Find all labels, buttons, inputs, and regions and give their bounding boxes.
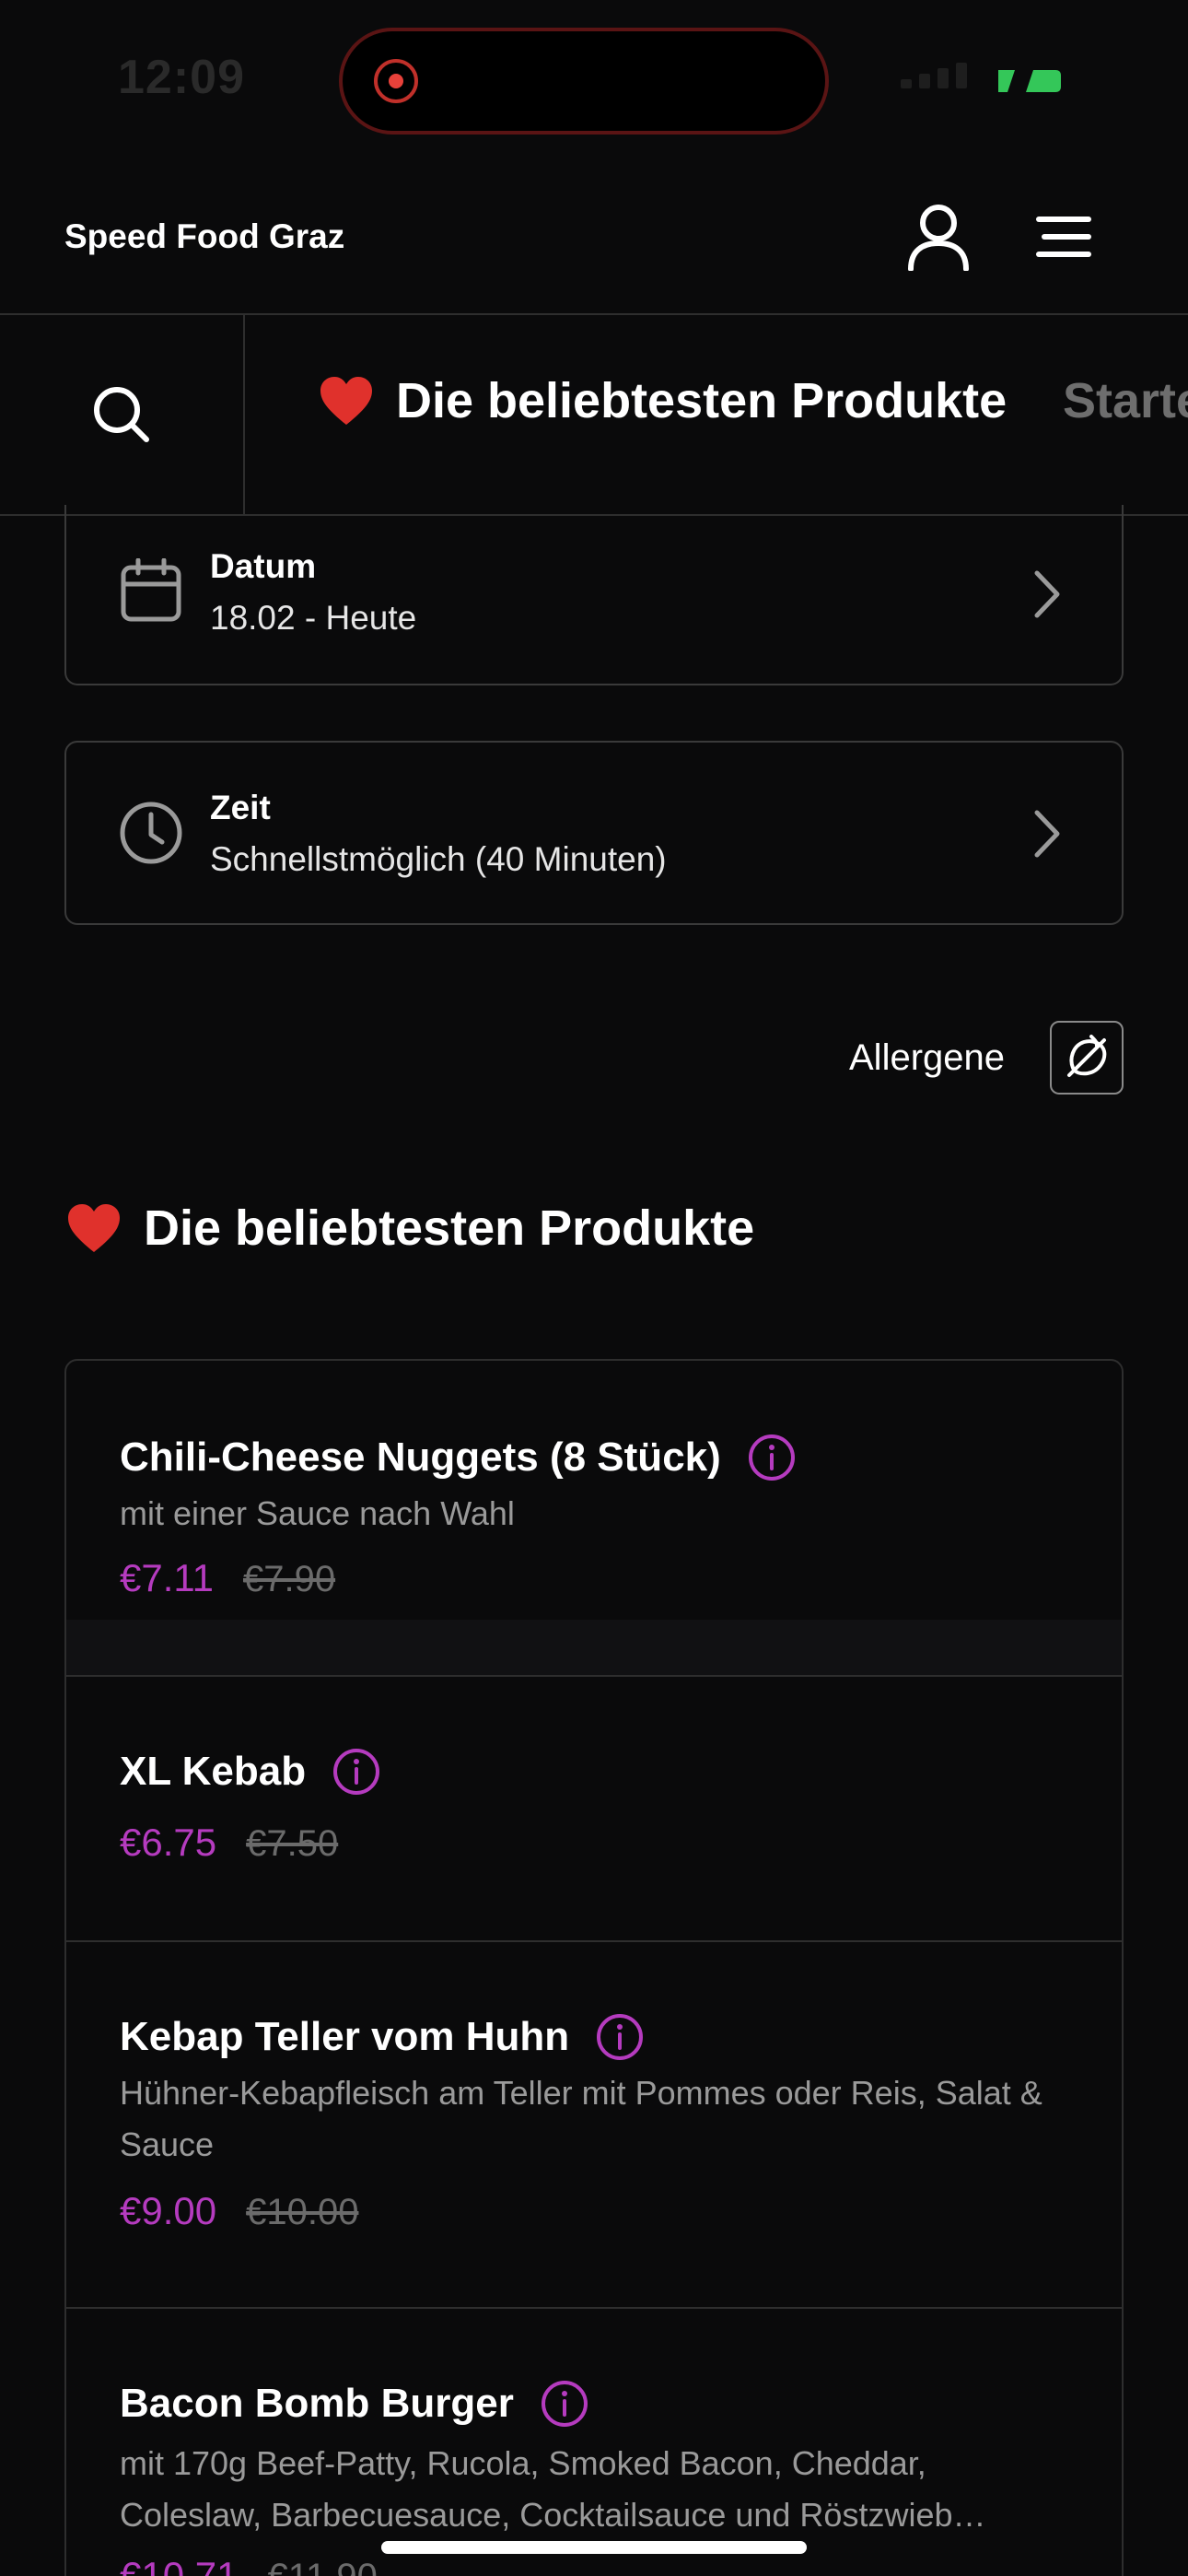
- product-description: Hühner-Kebapfleisch am Teller mit Pommes…: [120, 2074, 1042, 2163]
- calendar-icon: [121, 558, 181, 622]
- product-name: Kebap Teller vom Huhn: [120, 2014, 570, 2059]
- recording-icon: [374, 59, 418, 103]
- product-name: Bacon Bomb Burger: [120, 2381, 514, 2426]
- product-description-line-1: mit 170g Beef-Patty, Rucola, Smoked Baco…: [120, 2444, 926, 2482]
- time-selector[interactable]: Zeit Schnellstmöglich (40 Minuten): [64, 741, 1124, 925]
- search-icon: [94, 387, 149, 442]
- account-button[interactable]: [897, 195, 980, 278]
- date-value: 18.02 - Heute: [210, 599, 417, 637]
- user-icon: [908, 205, 969, 271]
- product-price: €10.71: [120, 2554, 239, 2576]
- search-button[interactable]: [0, 315, 245, 514]
- tab-popular-products[interactable]: Die beliebtesten Produkte: [319, 372, 1007, 429]
- battery-icon: [998, 70, 1061, 92]
- product-name-row: Bacon Bomb Burger: [120, 2379, 589, 2429]
- time-label: Zeit: [210, 789, 271, 826]
- product-prices: €6.75 €7.50: [120, 1821, 338, 1865]
- clock-icon: [120, 802, 182, 864]
- product-name-row: XL Kebab: [120, 1747, 381, 1797]
- allergen-filter-button[interactable]: [1050, 1021, 1124, 1095]
- signal-icon: [901, 63, 967, 88]
- section-title-text: Die beliebtesten Produkte: [144, 1200, 755, 1256]
- app-header: Speed Food Graz: [0, 157, 1188, 315]
- product-price: €7.11: [120, 1556, 214, 1599]
- product-card[interactable]: Bacon Bomb Burger mit 170g Beef-Patty, R…: [64, 2307, 1124, 2576]
- product-price: €6.75: [120, 1821, 217, 1864]
- info-icon[interactable]: [595, 2012, 645, 2062]
- product-prices: €7.11 €7.90: [120, 1556, 335, 1600]
- product-old-price: €7.50: [246, 1823, 339, 1864]
- status-bar: 12:09: [0, 0, 1188, 157]
- menu-button[interactable]: [1022, 195, 1105, 278]
- product-card[interactable]: Chili-Cheese Nuggets (8 Stück) mit einer…: [64, 1359, 1124, 1677]
- heart-icon: [68, 1204, 120, 1252]
- product-description-line-2: Coleslaw, Barbecuesauce, Cocktailsauce u…: [120, 2496, 986, 2534]
- home-indicator[interactable]: [381, 2541, 807, 2554]
- tab-starter[interactable]: Starte: [1063, 372, 1188, 429]
- chevron-right-icon: [1034, 570, 1060, 618]
- product-card[interactable]: XL Kebab €6.75 €7.50: [64, 1675, 1124, 1942]
- product-old-price: €7.90: [243, 1559, 336, 1599]
- product-card[interactable]: Kebap Teller vom Huhn Hühner-Kebapfleisc…: [64, 1940, 1124, 2309]
- brand-title[interactable]: Speed Food Graz: [64, 217, 344, 256]
- dynamic-island: [339, 28, 829, 135]
- product-name: Chili-Cheese Nuggets (8 Stück): [120, 1434, 721, 1480]
- tab-popular-label: Die beliebtesten Produkte: [396, 373, 1007, 428]
- product-price: €9.00: [120, 2189, 217, 2232]
- info-icon[interactable]: [332, 1747, 381, 1797]
- product-description: mit einer Sauce nach Wahl: [120, 1494, 515, 1532]
- date-label: Datum: [210, 547, 317, 585]
- product-name-row: Kebap Teller vom Huhn: [120, 2012, 645, 2062]
- product-name-row: Chili-Cheese Nuggets (8 Stück): [120, 1433, 797, 1482]
- time-value: Schnellstmöglich (40 Minuten): [210, 840, 667, 878]
- heart-icon: [320, 377, 372, 425]
- info-icon[interactable]: [747, 1433, 797, 1482]
- info-icon[interactable]: [540, 2379, 589, 2429]
- menu-icon: [1036, 217, 1091, 257]
- product-old-price: €11.90: [267, 2557, 377, 2576]
- product-prices: €9.00 €10.00: [120, 2189, 358, 2233]
- product-old-price: €10.00: [246, 2192, 359, 2232]
- status-time: 12:09: [118, 51, 245, 104]
- chevron-right-icon: [1034, 810, 1060, 858]
- product-prices: €10.71 €11.90: [120, 2554, 378, 2576]
- category-bar: Die beliebtesten Produkte Starte: [0, 315, 1188, 516]
- section-title: Die beliebtesten Produkte: [66, 1200, 754, 1257]
- date-selector[interactable]: Datum 18.02 - Heute: [64, 505, 1124, 685]
- allergen-label[interactable]: Allergene: [849, 1037, 1005, 1079]
- allergen-icon: [1067, 1035, 1107, 1077]
- product-name: XL Kebab: [120, 1749, 307, 1794]
